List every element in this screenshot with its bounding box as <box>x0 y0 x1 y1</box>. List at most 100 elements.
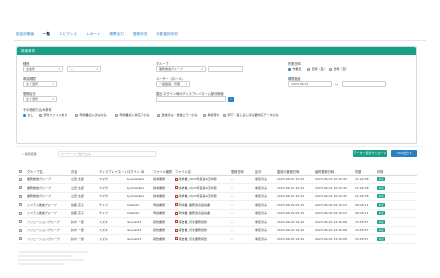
search-icon: ⌕ <box>22 152 24 156</box>
group-select[interactable]: 業務推進グループ ▾ <box>156 66 206 72</box>
nav-item-list[interactable]: 一覧 <box>43 32 50 37</box>
nav-item-progress[interactable]: 手配進捗状況 <box>156 32 178 37</box>
cell-display-name: スズキ <box>98 234 126 244</box>
table-row[interactable]: ソリューショングループ 鈴木 一郎 スズキ isuzuki03 報告書類 報告書… <box>18 234 417 244</box>
row-checkbox[interactable] <box>19 237 22 241</box>
cell-name: 佐藤 花子 <box>70 200 98 210</box>
cell-file-name[interactable]: 報告書_月次業務報告 <box>174 226 230 235</box>
col-display-name[interactable]: ディスプレイネーム <box>98 168 126 176</box>
table-row[interactable]: システム推進グループ 佐藤 花子 サトウ hsato02 申請書類 申請書_業務… <box>18 200 417 210</box>
extra-option-sent[interactable]: 送信済み・送信エラーのみ <box>157 113 198 117</box>
user-select[interactable]: 一般職員：管理 ▾ <box>156 81 190 87</box>
table-row[interactable]: システム推進グループ 佐藤 花子 サトウ hsato02 申請書類 申請書_業務… <box>18 209 417 218</box>
row-checkbox[interactable] <box>19 186 22 190</box>
nav-item-report[interactable]: レポート <box>86 32 100 37</box>
cell-category: 承認済み <box>254 226 276 235</box>
period-to-input[interactable] <box>342 81 386 87</box>
cell-name: 山田 太郎 <box>70 183 98 193</box>
nav-divider <box>14 40 426 41</box>
search-icon: ⌕ <box>230 96 232 101</box>
cell-display-name: スズキ <box>98 226 126 235</box>
col-registered[interactable]: 登録日時 <box>230 168 254 176</box>
nav-item-forms[interactable]: 帳票出力 <box>109 32 123 37</box>
group-extra-input[interactable] <box>208 66 243 72</box>
table-row[interactable]: ソリューショングループ 鈴木 一郎 スズキ isuzuki03 報告書類 報告書… <box>18 226 417 235</box>
type2-select[interactable]: ---- ▾ <box>67 66 101 72</box>
cell-registered: -- <box>230 183 254 193</box>
col-name[interactable]: 氏名 <box>70 168 98 176</box>
result-select[interactable]: 全て選択 ▾ <box>23 96 57 102</box>
date-option-from[interactable]: 日時（自） <box>307 67 327 71</box>
row-checkbox[interactable] <box>19 203 22 207</box>
cell-login-id: hsato02 <box>126 209 152 218</box>
login-search-input[interactable] <box>156 96 226 102</box>
cell-file-name[interactable]: 請求書_2023年度第1四半期 <box>174 192 230 201</box>
col-status[interactable]: 状態 <box>376 168 390 176</box>
row-checkbox[interactable] <box>19 177 22 181</box>
table-row[interactable]: 業務推進グループ 山田 太郎 ヤマダ tyamada01 請求書類 請求書_20… <box>18 175 417 184</box>
table-row[interactable]: ソリューショングループ 鈴木 一郎 スズキ isuzuki03 報告書類 報告書… <box>18 217 417 227</box>
cell-count: 15:05:27 <box>354 217 376 227</box>
cell-category: 承認済み <box>254 183 276 193</box>
nav-item-defaults[interactable]: 設定初期値 <box>16 32 34 37</box>
extra-option-pending[interactable]: 承認待ち <box>203 113 220 117</box>
keyword-filter-input[interactable]: キーワードで絞り込み <box>58 151 156 157</box>
table-header-row: グループ名 氏名 ディスプレイネーム ログイン ID ファイル種別 ファイル名 … <box>18 168 417 176</box>
type-select[interactable]: 全案件 ▾ <box>23 66 63 72</box>
cell-file-name[interactable]: 請求書_2023年度第1四半期 <box>174 175 230 184</box>
row-checkbox[interactable] <box>19 228 22 232</box>
chevron-down-icon: ▾ <box>409 151 412 155</box>
col-category[interactable]: 区分 <box>254 168 276 176</box>
cell-last-updated: 2023-06-02 09:15:12 <box>314 209 354 218</box>
date-option-workday[interactable]: 作業日 <box>288 67 302 71</box>
extra-option-filled[interactable]: 申請書記入済みのみ <box>75 113 107 117</box>
row-checkbox[interactable] <box>19 211 22 215</box>
radio-icon <box>203 113 206 117</box>
cell-display-name: ヤマダ <box>98 192 126 201</box>
cell-last-updated: 2023-06-01 10:22:45 <box>314 175 354 184</box>
radio-icon <box>223 113 226 117</box>
cell-file-name[interactable]: 報告書_月次業務報告 <box>174 217 230 227</box>
extra-option-rejected[interactable]: 却下・差し戻し済み要対応データのみ <box>223 113 279 117</box>
cell-file-name[interactable]: 申請書_業務改善提案書 <box>174 209 230 218</box>
bulk-download-button[interactable]: データ一括ダウンロード <box>353 150 387 157</box>
select-all-checkbox[interactable] <box>18 168 26 176</box>
col-login-id[interactable]: ログイン ID <box>126 168 152 176</box>
extra-option-incomplete[interactable]: 申請書記入未完了のみ <box>115 113 150 117</box>
period-from-input[interactable]: 2023-06-01 <box>288 81 332 87</box>
table-row[interactable]: 業務推進グループ 山田 太郎 ヤマダ tyamada01 請求書類 請求書_20… <box>18 192 417 201</box>
col-last-updated[interactable]: 最終更新日時 <box>314 168 354 176</box>
row-checkbox[interactable] <box>19 194 22 198</box>
extra-option-attachment[interactable]: 添付ファイルあり <box>39 113 68 117</box>
cell-file-type: 請求書類 <box>152 192 174 201</box>
cell-file-name[interactable]: 報告書_月次業務報告 <box>174 234 230 244</box>
col-count[interactable]: 件数 <box>354 168 376 176</box>
cell-last-updated: 2023-06-03 14:30:08 <box>314 226 354 235</box>
table-row[interactable]: 業務推進グループ 山田 太郎 ヤマダ tyamada01 請求書類 請求書_20… <box>18 183 417 193</box>
cell-prev-registered: 2023-06-01 10:22 <box>276 175 314 184</box>
cell-display-name: スズキ <box>98 217 126 227</box>
status-select[interactable]: 全て選択 ▾ <box>23 81 57 87</box>
cell-file-name[interactable]: 請求書_2023年度第1四半期 <box>174 183 230 193</box>
row-checkbox[interactable] <box>19 220 22 224</box>
cell-file-name[interactable]: 申請書_業務改善提案書 <box>174 200 230 210</box>
login-search-button[interactable]: ⌕ <box>228 96 234 102</box>
nav-item-evidence[interactable]: エビデンス <box>59 32 77 37</box>
csv-export-button[interactable]: CSV出力 ▾ <box>391 150 417 157</box>
col-prev-registered[interactable]: 直前の登録日時 <box>276 168 314 176</box>
col-group[interactable]: グループ名 <box>26 168 70 176</box>
cell-login-id: tyamada01 <box>126 192 152 201</box>
cell-count: 15:05:27 <box>354 226 376 235</box>
chevron-down-icon: ▾ <box>58 67 60 71</box>
col-file-type[interactable]: ファイル種別 <box>152 168 174 176</box>
nav-item-registration-status[interactable]: 登録状況 <box>133 32 147 37</box>
col-file-name[interactable]: ファイル名 <box>174 168 230 176</box>
extra-option-none[interactable]: なし <box>23 113 34 117</box>
cell-last-updated: 2023-06-01 10:22:45 <box>314 192 354 201</box>
date-option-to[interactable]: 日時（至） <box>329 67 349 71</box>
chevron-down-icon: ▾ <box>185 82 187 86</box>
cell-prev-registered: 2023-06-02 09:15 <box>276 200 314 210</box>
cell-status: 承認 <box>376 192 390 201</box>
cell-group: システム推進グループ <box>26 200 70 210</box>
cell-count: 11:02:38 <box>354 183 376 193</box>
